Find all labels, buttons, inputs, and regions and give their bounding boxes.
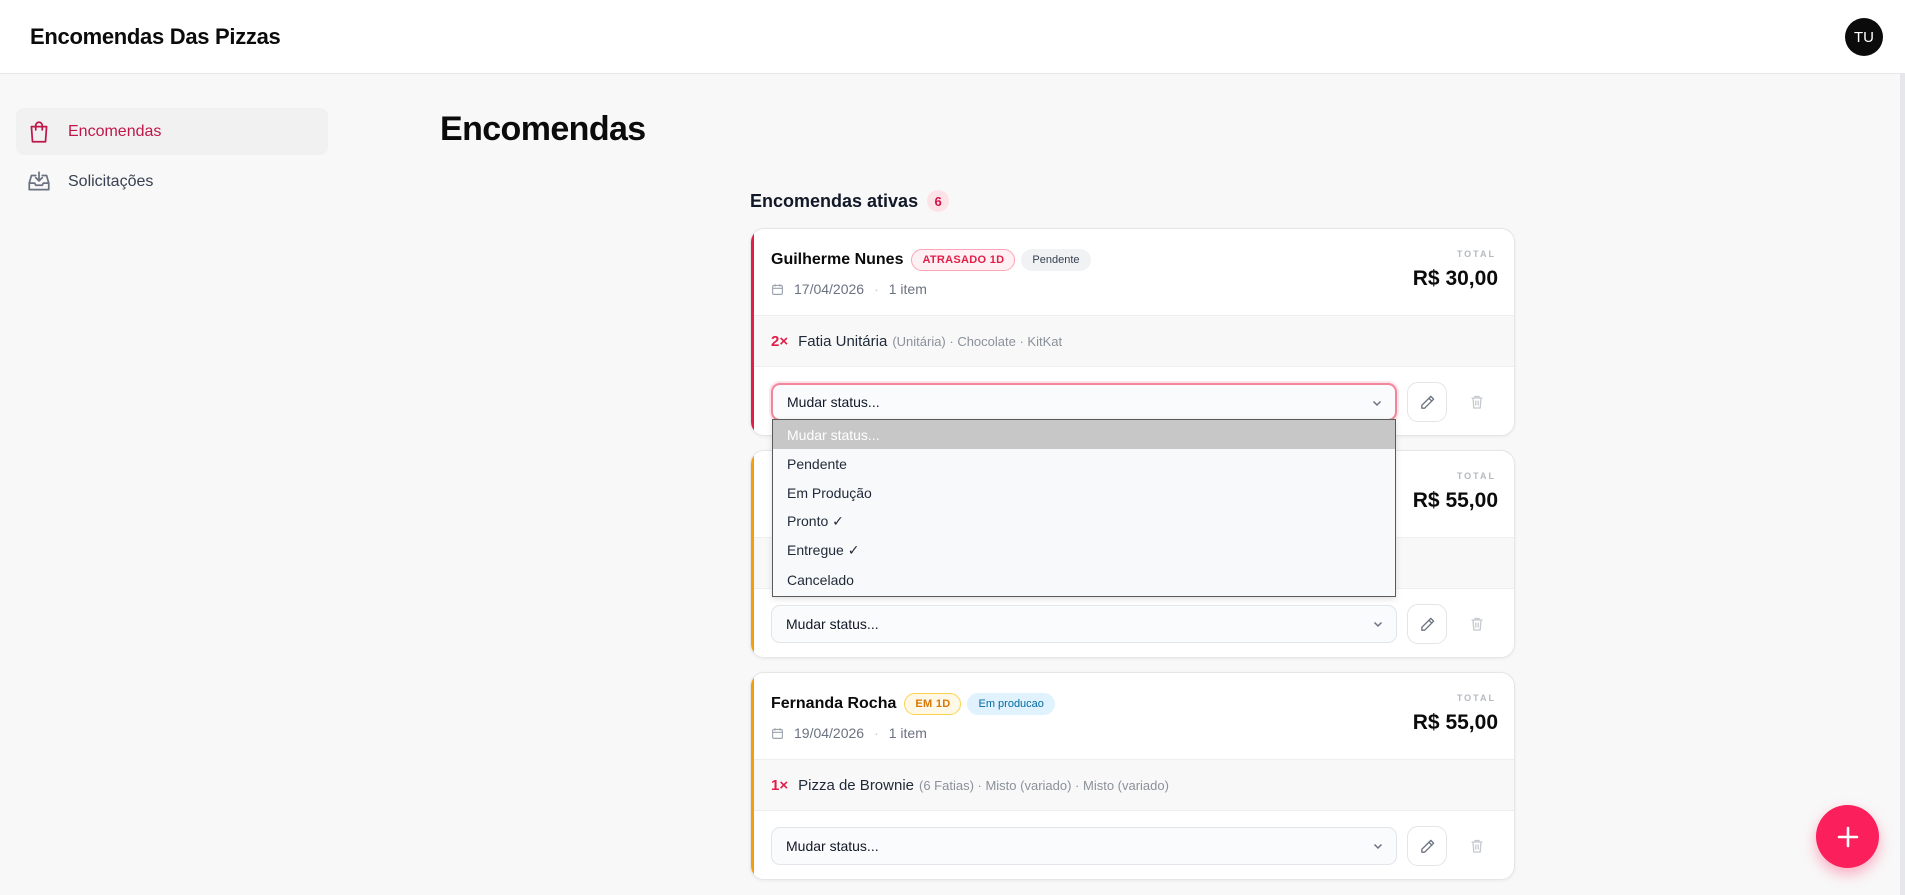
status-badge: Pendente	[1021, 249, 1091, 271]
status-select[interactable]: Mudar status...	[771, 605, 1397, 643]
status-select-value: Mudar status...	[787, 394, 880, 410]
order-actions: Mudar status...	[751, 589, 1514, 657]
app-title: Encomendas Das Pizzas	[30, 24, 281, 49]
item-details: (Unitária) · Chocolate · KitKat	[892, 333, 1063, 349]
dropdown-option-pendente[interactable]: Pendente	[773, 449, 1395, 478]
status-select-value: Mudar status...	[786, 838, 879, 854]
order-date: 17/04/2026	[794, 281, 865, 297]
dropdown-option-mudar-status[interactable]: Mudar status...	[773, 420, 1395, 449]
dropdown-option-pronto[interactable]: Pronto ✓	[773, 507, 1395, 536]
order-header: Fernanda Rocha EM 1D Em producao 19/04/2…	[751, 673, 1514, 759]
total-label: TOTAL	[1456, 693, 1496, 703]
sidebar: Encomendas Solicitações	[16, 108, 328, 208]
total-value: R$ 55,00	[1412, 489, 1498, 512]
due-badge: ATRASADO 1D	[911, 249, 1016, 271]
order-item: 1× Pizza de Brownie (6 Fatias) · Misto (…	[751, 759, 1514, 811]
item-details: (6 Fatias) · Misto (variado) · Misto (va…	[919, 777, 1169, 793]
page-title: Encomendas	[440, 110, 646, 148]
delete-button[interactable]	[1457, 604, 1497, 644]
sidebar-item-label: Solicitações	[68, 172, 154, 190]
order-actions: Mudar status...	[751, 811, 1514, 879]
meta-separator: ·	[874, 725, 879, 741]
inbox-download-icon	[28, 170, 50, 190]
order-date: 19/04/2026	[794, 725, 865, 741]
customer-name: Guilherme Nunes	[771, 251, 904, 268]
status-select[interactable]: Mudar status...	[771, 827, 1397, 865]
section-title: Encomendas ativas	[750, 190, 919, 211]
dropdown-option-cancelado[interactable]: Cancelado	[773, 565, 1395, 594]
status-badge: Em producao	[967, 693, 1055, 715]
pencil-icon	[1420, 617, 1434, 631]
chevron-down-icon	[1373, 621, 1383, 628]
meta-separator: ·	[874, 281, 879, 297]
add-order-button[interactable]	[1816, 805, 1879, 868]
order-card: Fernanda Rocha EM 1D Em producao 19/04/2…	[750, 672, 1515, 880]
due-badge: EM 1D	[904, 693, 962, 715]
total-label: TOTAL	[1456, 471, 1496, 481]
chevron-down-icon	[1372, 400, 1382, 407]
items-count: 1 item	[888, 725, 927, 741]
count-badge: 6	[927, 190, 950, 212]
sidebar-item-label: Encomendas	[68, 122, 162, 140]
trash-icon	[1471, 395, 1483, 409]
items-count: 1 item	[888, 281, 927, 297]
status-select[interactable]: Mudar status...	[771, 383, 1397, 421]
scrollbar[interactable]	[1900, 74, 1905, 895]
dropdown-option-entregue[interactable]: Entregue ✓	[773, 536, 1395, 565]
sidebar-item-encomendas[interactable]: Encomendas	[16, 108, 328, 155]
item-qty: 1×	[771, 776, 789, 794]
calendar-icon	[772, 283, 783, 295]
customer-name: Fernanda Rocha	[771, 695, 897, 712]
trash-icon	[1471, 617, 1483, 631]
section-header: Encomendas ativas 6	[750, 190, 950, 212]
avatar[interactable]: TU	[1845, 18, 1883, 56]
total-value: R$ 55,00	[1412, 711, 1498, 734]
delete-button[interactable]	[1457, 382, 1497, 422]
edit-button[interactable]	[1407, 382, 1447, 422]
sidebar-item-solicitacoes[interactable]: Solicitações	[16, 158, 328, 205]
trash-icon	[1471, 839, 1483, 853]
pencil-icon	[1420, 839, 1434, 853]
status-dropdown: Mudar status... Pendente Em Produção Pro…	[772, 419, 1396, 597]
chevron-down-icon	[1373, 843, 1383, 850]
order-item: 2× Fatia Unitária (Unitária) · Chocolate…	[751, 315, 1514, 367]
dropdown-option-em-producao[interactable]: Em Produção	[773, 478, 1395, 507]
top-bar: Encomendas Das Pizzas TU	[0, 0, 1905, 74]
total-label: TOTAL	[1456, 249, 1496, 259]
item-qty: 2×	[771, 332, 789, 350]
edit-button[interactable]	[1407, 826, 1447, 866]
delete-button[interactable]	[1457, 826, 1497, 866]
pencil-icon	[1420, 395, 1434, 409]
calendar-icon	[772, 727, 783, 739]
order-header: Guilherme Nunes ATRASADO 1D Pendente 17/…	[751, 229, 1514, 315]
status-select-value: Mudar status...	[786, 616, 879, 632]
plus-icon	[1837, 826, 1858, 847]
shopping-bag-icon	[30, 120, 48, 143]
item-name: Fatia Unitária	[798, 332, 888, 350]
total-value: R$ 30,00	[1412, 267, 1498, 290]
item-name: Pizza de Brownie	[798, 776, 915, 794]
order-card: Guilherme Nunes ATRASADO 1D Pendente 17/…	[750, 228, 1515, 436]
edit-button[interactable]	[1407, 604, 1447, 644]
